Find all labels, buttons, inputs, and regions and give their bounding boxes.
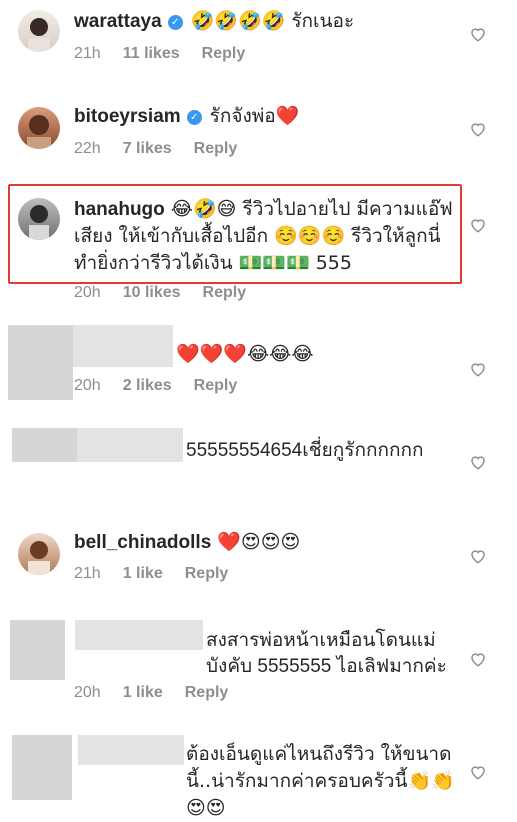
avatar[interactable] [18, 10, 60, 52]
heart-outline-icon[interactable] [469, 650, 487, 668]
comment-meta: 20h 10 likes Reply [74, 284, 268, 302]
heart-outline-icon[interactable] [469, 25, 487, 43]
reply-button[interactable]: Reply [185, 565, 229, 582]
likes-count[interactable]: 11 likes [123, 45, 180, 62]
comment-body: bitoeyrsiam ✓ รักจังพ่อ❤️ [74, 103, 459, 130]
comment-body: 55555554654เชี่ยกูรักกกกกก [186, 438, 459, 464]
blurred-username [75, 620, 203, 650]
blurred-username [73, 325, 173, 367]
blurred-avatar [10, 620, 65, 680]
username[interactable]: hanahugo [74, 199, 165, 220]
comment-body: warattaya ✓ 🤣🤣🤣🤣 รักเนอะ [74, 8, 459, 35]
likes-count[interactable]: 2 likes [123, 377, 172, 394]
heart-outline-icon[interactable] [469, 453, 487, 471]
reply-button[interactable]: Reply [194, 377, 238, 394]
comment-text: ❤️❤️❤️😂😂😂 [176, 343, 314, 365]
timestamp: 20h [74, 684, 101, 701]
avatar[interactable] [18, 198, 60, 240]
comment-body: ต้องเอ็นดูแค่ไหนถึงรีวิว ให้ขนาดนี้..น่า… [186, 741, 459, 822]
heart-outline-icon[interactable] [469, 763, 487, 781]
blurred-avatar [12, 735, 72, 800]
heart-outline-icon[interactable] [469, 216, 487, 234]
reply-button[interactable]: Reply [185, 684, 229, 701]
comment-body: hanahugo 😂🤣😅 รีวิวไปอายไป มีความแอ๊ฟเสียง… [74, 196, 459, 277]
comment-body: ❤️❤️❤️😂😂😂 [176, 341, 459, 368]
reply-button[interactable]: Reply [194, 140, 238, 157]
comment-text: 55555554654เชี่ยกูรักกกกกก [186, 440, 424, 461]
avatar[interactable] [18, 107, 60, 149]
timestamp: 21h [74, 45, 101, 62]
avatar[interactable] [18, 533, 60, 575]
avatar-image [27, 115, 51, 149]
comment-body: bell_chinadolls ❤️😍😍😍 [74, 529, 459, 556]
timestamp: 20h [74, 377, 101, 394]
comment-text: ❤️😍😍😍 [217, 531, 301, 553]
likes-count[interactable]: 7 likes [123, 140, 172, 157]
blurred-avatar [12, 428, 77, 462]
avatar-image [29, 205, 49, 240]
heart-outline-icon[interactable] [469, 360, 487, 378]
likes-count[interactable]: 10 likes [123, 284, 181, 301]
verified-badge-icon: ✓ [186, 110, 202, 125]
comment-meta: 21h 1 like Reply [74, 565, 250, 583]
reply-button[interactable]: Reply [202, 45, 246, 62]
comment-meta: 20h 1 like Reply [74, 684, 250, 702]
comment-text: ต้องเอ็นดูแค่ไหนถึงรีวิว ให้ขนาดนี้..น่า… [186, 743, 455, 819]
blurred-username [78, 735, 184, 765]
avatar-image [28, 18, 50, 52]
timestamp: 21h [74, 565, 101, 582]
comment-text: 🤣🤣🤣🤣 รักเนอะ [190, 10, 355, 32]
likes-count[interactable]: 1 like [123, 565, 163, 582]
timestamp: 22h [74, 140, 101, 157]
comment-text: รักจังพ่อ❤️ [209, 105, 300, 127]
comment-meta: 20h 2 likes Reply [74, 377, 259, 395]
heart-outline-icon[interactable] [469, 547, 487, 565]
likes-count[interactable]: 1 like [123, 684, 163, 701]
blurred-avatar [8, 325, 73, 400]
comment-meta: 21h 11 likes Reply [74, 45, 267, 63]
username[interactable]: bitoeyrsiam [74, 106, 181, 127]
username[interactable]: bell_chinadolls [74, 532, 211, 553]
timestamp: 20h [74, 284, 101, 301]
heart-outline-icon[interactable] [469, 120, 487, 138]
username[interactable]: warattaya [74, 11, 162, 32]
avatar-image [28, 541, 50, 575]
comment-text: สงสารพ่อหน้าเหมือนโดนแม่บังคับ 5555555 ไ… [206, 630, 447, 677]
comment-meta: 22h 7 likes Reply [74, 140, 259, 158]
reply-button[interactable]: Reply [203, 284, 247, 301]
verified-badge-icon: ✓ [167, 15, 183, 30]
comment-body: สงสารพ่อหน้าเหมือนโดนแม่บังคับ 5555555 ไ… [206, 628, 459, 680]
blurred-username [77, 428, 183, 462]
